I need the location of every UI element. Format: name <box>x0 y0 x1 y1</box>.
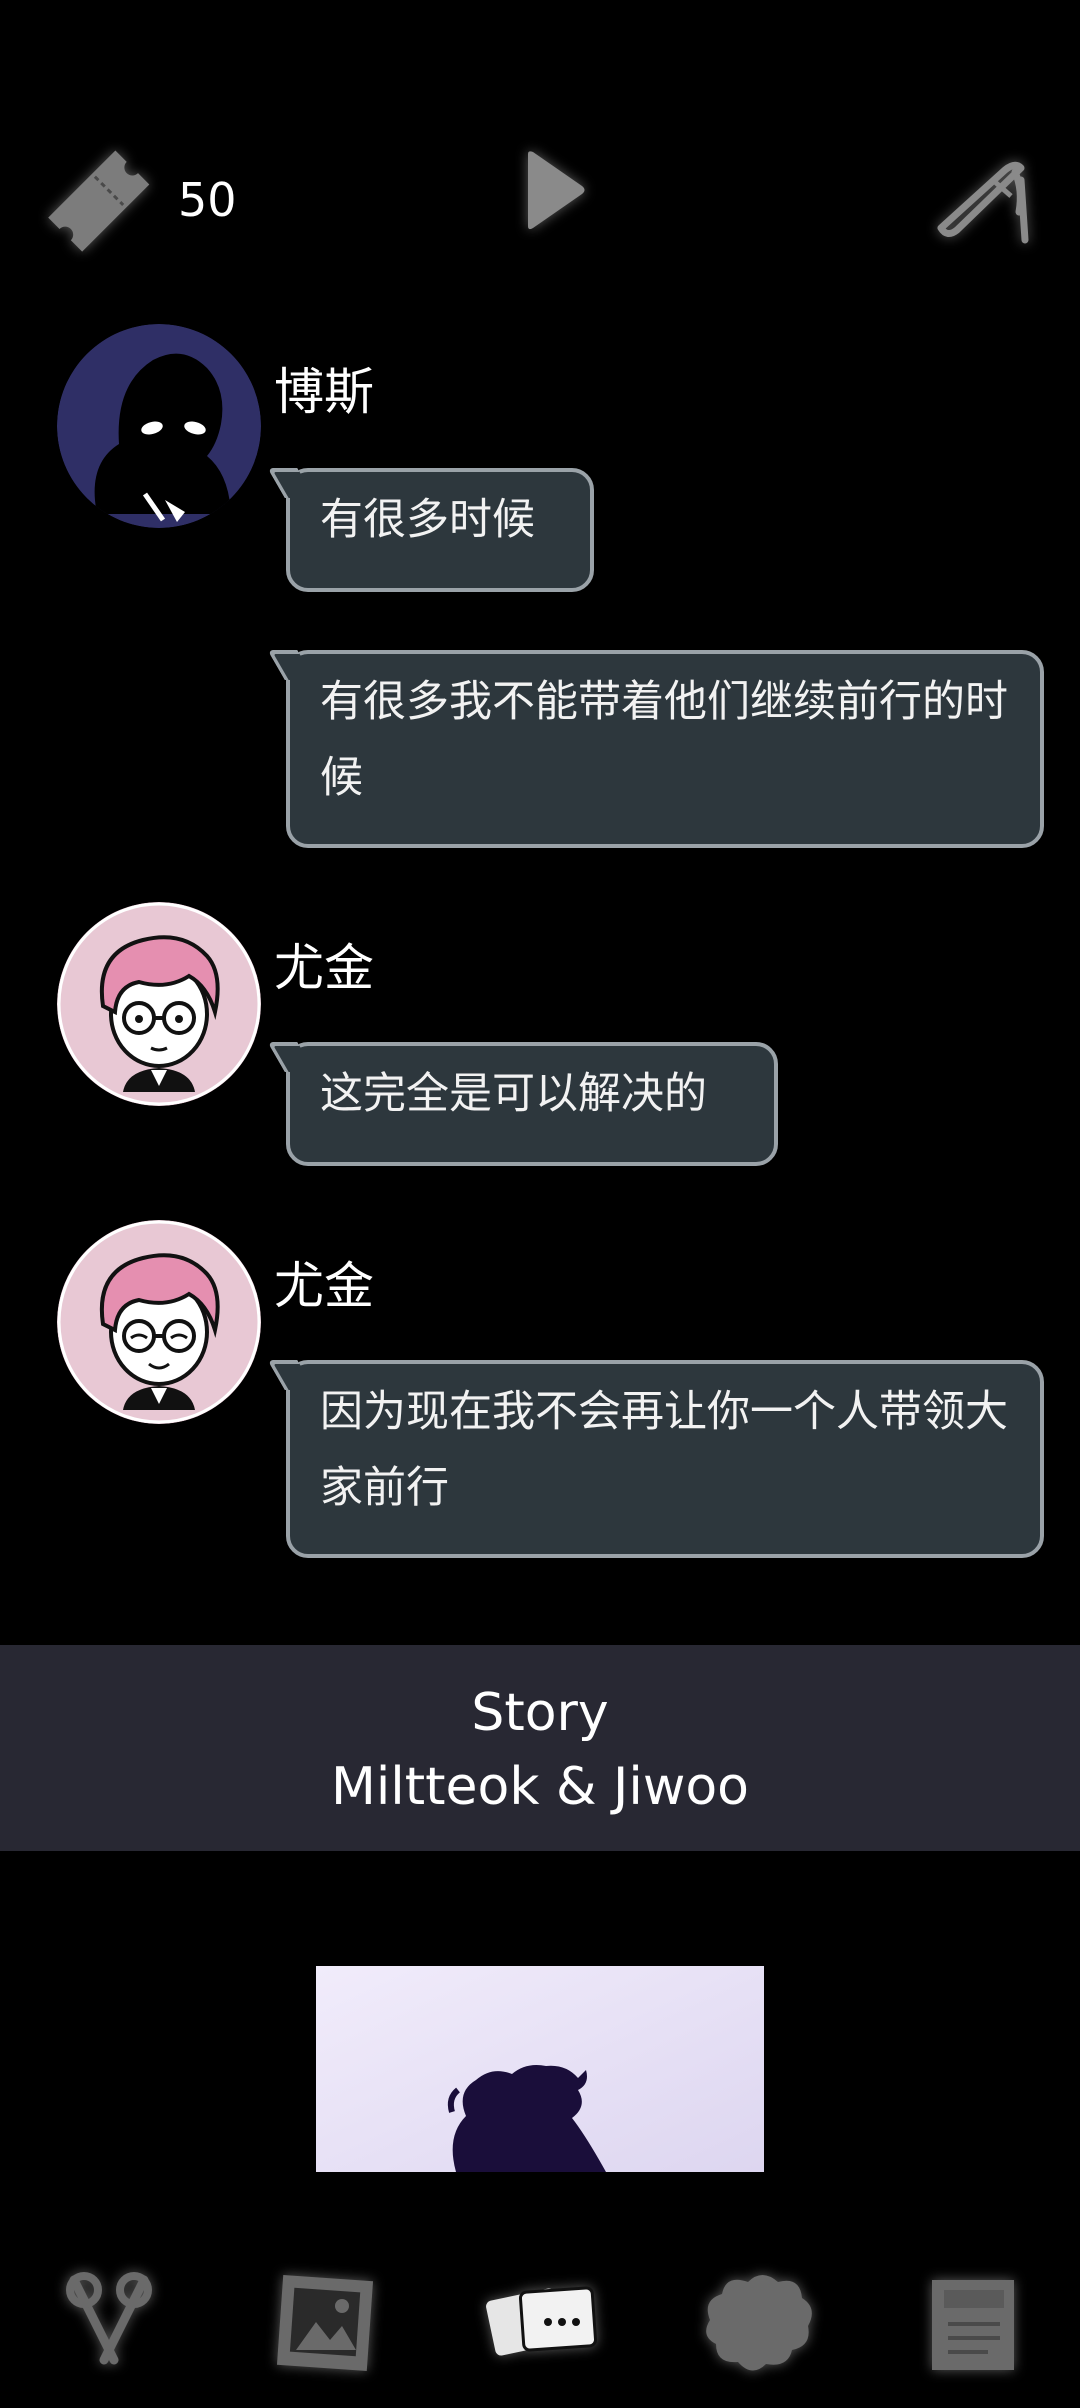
banner-title: Story <box>471 1683 609 1743</box>
speaker-name: 尤金 <box>274 1257 374 1315</box>
cards-icon <box>486 2286 598 2356</box>
message-bubble: 因为现在我不会再让你一个人带领大家前行 <box>286 1360 1044 1558</box>
ticket-count: 50 <box>178 173 237 227</box>
quill-icon <box>937 161 1029 244</box>
nav-photo-button[interactable] <box>260 2260 390 2390</box>
nav-cards-button[interactable] <box>476 2260 606 2390</box>
top-bar: 50 <box>0 0 1080 330</box>
eugene-avatar-smiling <box>57 1220 261 1424</box>
quill-button[interactable] <box>935 150 1035 250</box>
scissors-icon <box>66 2272 152 2365</box>
message-bubble: 有很多时候 <box>286 468 594 592</box>
bottom-nav <box>0 2240 1080 2408</box>
nav-notes-button[interactable] <box>908 2260 1038 2390</box>
nav-creature-button[interactable] <box>692 2260 822 2390</box>
speaker-name: 博斯 <box>274 363 374 421</box>
banner-credits: Miltteok & Jiwoo <box>330 1757 749 1817</box>
photo-icon <box>276 2274 374 2372</box>
play-icon <box>528 151 585 230</box>
nav-scissors-button[interactable] <box>44 2260 174 2390</box>
ticket-icon <box>40 140 155 260</box>
message-bubble: 这完全是可以解决的 <box>286 1042 778 1166</box>
creature-icon <box>706 2275 812 2371</box>
speaker-name: 尤金 <box>274 939 374 997</box>
story-banner: Story Miltteok & Jiwoo <box>0 1645 1080 1851</box>
play-button[interactable] <box>520 148 590 233</box>
story-preview-image[interactable] <box>316 1966 764 2172</box>
message-bubble: 有很多我不能带着他们继续前行的时候 <box>286 650 1044 848</box>
boss-avatar <box>57 324 261 528</box>
notes-icon <box>932 2280 1014 2370</box>
eugene-avatar <box>57 902 261 1106</box>
